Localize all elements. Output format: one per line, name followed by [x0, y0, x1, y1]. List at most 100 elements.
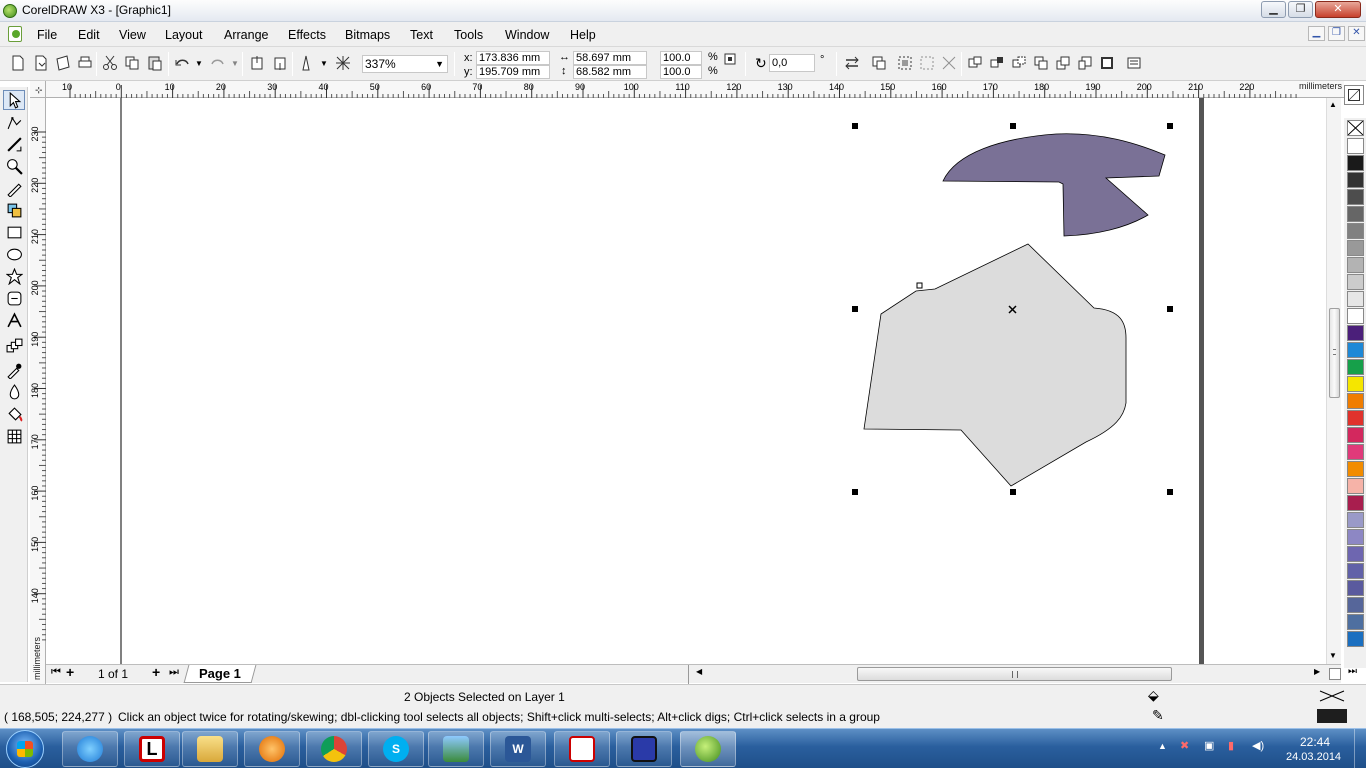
menu-bitmaps[interactable]: Bitmaps — [345, 28, 390, 42]
start-button[interactable] — [6, 730, 44, 768]
group-icon[interactable] — [895, 53, 915, 73]
undo-dropdown-icon[interactable]: ▼ — [195, 59, 203, 68]
scroll-down-icon[interactable]: ▼ — [1329, 651, 1337, 660]
open-icon[interactable] — [31, 53, 51, 73]
palette-scroll-icon[interactable]: ⏭ — [1348, 666, 1357, 677]
handle-top-center[interactable] — [1010, 123, 1016, 129]
handle-bottom-left[interactable] — [852, 489, 858, 495]
outline-tool-icon[interactable] — [3, 382, 25, 402]
color-swatch[interactable] — [1347, 172, 1364, 188]
redo-icon[interactable] — [208, 53, 228, 73]
coreldraw-app-icon[interactable] — [3, 4, 17, 18]
interactive-fill-tool-icon[interactable] — [3, 426, 25, 446]
color-swatch[interactable] — [1347, 376, 1364, 392]
color-swatch[interactable] — [1347, 291, 1364, 307]
scroll-up-icon[interactable]: ▲ — [1329, 100, 1337, 109]
color-swatch[interactable] — [1347, 138, 1364, 154]
create-boundary-icon[interactable] — [1124, 53, 1144, 73]
close-button[interactable]: ✕ — [1315, 1, 1361, 18]
undo-icon[interactable] — [172, 53, 192, 73]
menu-view[interactable]: View — [119, 28, 146, 42]
minimize-button[interactable]: ▁ — [1261, 1, 1286, 18]
smart-fill-tool-icon[interactable] — [3, 200, 25, 220]
shape-tool-icon[interactable] — [3, 112, 25, 132]
polygon-tool-icon[interactable] — [3, 266, 25, 286]
color-swatch[interactable] — [1347, 223, 1364, 239]
color-swatch[interactable] — [1347, 155, 1364, 171]
show-desktop-button[interactable] — [1354, 729, 1366, 769]
ungroup-all-icon[interactable] — [939, 53, 959, 73]
outline-color-swatch[interactable] — [1317, 709, 1347, 723]
color-swatch[interactable] — [1347, 546, 1364, 562]
taskbar-media-icon[interactable] — [244, 731, 300, 767]
color-swatch[interactable] — [1347, 342, 1364, 358]
menu-help[interactable]: Help — [570, 28, 596, 42]
y-position-field[interactable]: 195.709 mm — [476, 65, 550, 79]
combine-icon[interactable] — [965, 53, 985, 73]
menu-effects[interactable]: Effects — [288, 28, 326, 42]
tray-network-warning-icon[interactable]: ✖ — [1180, 739, 1189, 752]
palette-options-icon[interactable] — [1344, 85, 1364, 105]
taskbar-skype-icon[interactable]: S — [368, 731, 424, 767]
lock-ratio-icon[interactable] — [721, 51, 739, 67]
vertical-scroll-thumb[interactable] — [1329, 308, 1340, 398]
color-swatch[interactable] — [1347, 614, 1364, 630]
navigator-icon[interactable] — [1329, 668, 1341, 680]
menu-edit[interactable]: Edit — [78, 28, 100, 42]
scroll-right-icon[interactable]: ▶ — [1314, 667, 1320, 676]
color-swatch[interactable] — [1347, 529, 1364, 545]
taskbar-explorer-icon[interactable] — [182, 731, 238, 767]
color-swatch[interactable] — [1347, 461, 1364, 477]
ellipse-tool-icon[interactable] — [3, 244, 25, 264]
zoom-tool-icon[interactable] — [3, 156, 25, 176]
page-tab-label[interactable]: Page 1 — [199, 666, 241, 681]
color-swatch[interactable] — [1347, 631, 1364, 647]
save-icon[interactable] — [53, 53, 73, 73]
color-swatch[interactable] — [1347, 240, 1364, 256]
color-swatch[interactable] — [1347, 495, 1364, 511]
add-page-before-icon[interactable]: + — [66, 664, 74, 680]
crop-tool-icon[interactable] — [3, 134, 25, 154]
text-tool-icon[interactable] — [3, 310, 25, 330]
weld-icon[interactable] — [1009, 53, 1029, 73]
add-page-after-icon[interactable]: + — [152, 664, 160, 680]
outline-indicator-icon[interactable]: ✎ — [1152, 707, 1164, 724]
gray-shape[interactable] — [863, 243, 1127, 487]
order-icon[interactable] — [869, 53, 889, 73]
last-page-icon[interactable]: ⏭ — [169, 666, 179, 679]
clock-date[interactable]: 24.03.2014 — [1286, 751, 1341, 763]
scale-x-field[interactable]: 100.0 — [660, 51, 702, 65]
vertical-ruler[interactable]: 230 220 210 200 190 180 170 160 150 140 millimete… — [30, 98, 46, 684]
eyedropper-tool-icon[interactable] — [3, 360, 25, 380]
application-launcher-icon[interactable] — [296, 53, 316, 73]
color-swatch[interactable] — [1347, 393, 1364, 409]
fill-tool-icon[interactable] — [3, 404, 25, 424]
color-swatch[interactable] — [1347, 410, 1364, 426]
pick-tool-icon[interactable] — [3, 90, 25, 110]
new-icon[interactable] — [8, 53, 28, 73]
menu-arrange[interactable]: Arrange — [224, 28, 268, 42]
menu-tools[interactable]: Tools — [454, 28, 483, 42]
handle-top-right[interactable] — [1167, 123, 1173, 129]
basic-shapes-tool-icon[interactable] — [3, 288, 25, 308]
handle-bottom-right[interactable] — [1167, 489, 1173, 495]
interactive-blend-tool-icon[interactable] — [3, 335, 25, 355]
taskbar-acrobat-icon[interactable] — [554, 731, 610, 767]
import-icon[interactable] — [247, 53, 267, 73]
trim-icon[interactable] — [1031, 53, 1051, 73]
freehand-tool-icon[interactable] — [3, 178, 25, 198]
ruler-origin[interactable]: ⊹ — [30, 81, 46, 98]
print-icon[interactable] — [75, 53, 95, 73]
drawing-canvas[interactable] — [46, 98, 1326, 664]
maximize-button[interactable]: ❐ — [1288, 1, 1313, 18]
ungroup-icon[interactable] — [917, 53, 937, 73]
width-field[interactable]: 58.697 mm — [573, 51, 647, 65]
purple-shape[interactable] — [942, 133, 1166, 237]
color-swatch[interactable] — [1347, 206, 1364, 222]
break-apart-icon[interactable] — [987, 53, 1007, 73]
intersect-icon[interactable] — [1053, 53, 1073, 73]
color-swatch[interactable] — [1347, 257, 1364, 273]
rotation-field[interactable]: 0,0 — [769, 54, 815, 72]
tray-expand-icon[interactable]: ▲ — [1158, 741, 1167, 751]
taskbar-ie-icon[interactable] — [62, 731, 118, 767]
